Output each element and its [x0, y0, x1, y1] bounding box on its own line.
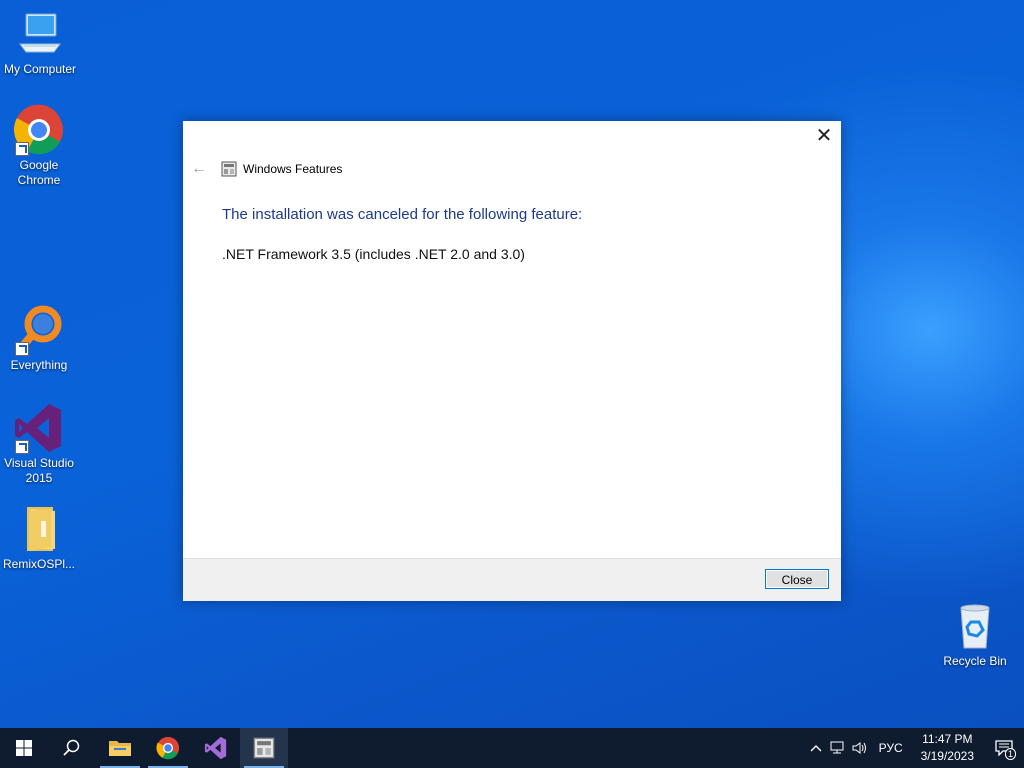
dialog-header: ← Windows Features — [191, 159, 342, 179]
chrome-icon — [156, 736, 180, 760]
folder-icon — [13, 503, 65, 555]
clock[interactable]: 11:47 PM 3/19/2023 — [911, 731, 984, 765]
windows-features-dialog: ✕ ← Windows Features The installation wa… — [183, 121, 841, 601]
chevron-up-icon[interactable] — [805, 728, 827, 768]
system-tray: РУС 11:47 PM 3/19/2023 1 — [805, 728, 1024, 768]
desktop-icon-everything[interactable]: Everything — [0, 304, 79, 373]
shortcut-arrow-icon — [15, 142, 29, 156]
desktop-icon-label: RemixOSPl... — [2, 557, 75, 571]
shortcut-arrow-icon — [15, 440, 29, 454]
desktop-icon-label: Google Chrome — [17, 158, 61, 187]
desktop-icon-label: Recycle Bin — [943, 654, 1007, 668]
search-button[interactable] — [48, 728, 96, 768]
taskbar-windows-features[interactable] — [240, 728, 288, 768]
taskbar-visual-studio[interactable] — [192, 728, 240, 768]
clock-date: 3/19/2023 — [920, 749, 974, 763]
start-button[interactable] — [0, 728, 48, 768]
recycle-bin-icon — [949, 600, 1001, 652]
windows-features-icon — [221, 161, 237, 177]
notification-count-badge: 1 — [1004, 748, 1016, 760]
volume-icon[interactable] — [849, 728, 871, 768]
dialog-title: Windows Features — [243, 162, 343, 176]
desktop-icon-google-chrome[interactable]: Google Chrome — [0, 104, 79, 188]
close-icon[interactable]: ✕ — [813, 126, 835, 148]
visual-studio-icon — [204, 736, 227, 760]
visual-studio-icon — [13, 402, 65, 454]
back-arrow-icon[interactable]: ← — [191, 161, 207, 177]
network-icon[interactable] — [827, 728, 849, 768]
language-indicator[interactable]: РУС — [871, 741, 911, 755]
computer-icon — [14, 8, 66, 60]
desktop-icon-recycle-bin[interactable]: Recycle Bin — [935, 600, 1015, 669]
feature-name: .NET Framework 3.5 (includes .NET 2.0 an… — [222, 246, 525, 262]
search-icon — [63, 739, 80, 756]
start-icon — [16, 740, 32, 756]
windows-features-icon — [253, 737, 275, 759]
dialog-heading: The installation was canceled for the fo… — [222, 206, 583, 223]
desktop-icon-my-computer[interactable]: My Computer — [0, 8, 80, 77]
desktop-icon-remixospl[interactable]: RemixOSPl... — [0, 503, 79, 572]
close-button[interactable]: Close — [765, 569, 829, 589]
everything-icon — [13, 304, 65, 356]
desktop-icon-visual-studio[interactable]: Visual Studio 2015 — [0, 402, 79, 486]
desktop-icon-label: Visual Studio 2015 — [4, 456, 74, 485]
notification-center-button[interactable]: 1 — [984, 728, 1024, 768]
taskbar-file-explorer[interactable] — [96, 728, 144, 768]
chrome-icon — [13, 104, 65, 156]
file-explorer-icon — [109, 741, 131, 756]
shortcut-arrow-icon — [15, 342, 29, 356]
dialog-footer: Close — [183, 558, 841, 601]
desktop-icon-label: My Computer — [3, 62, 77, 76]
taskbar-chrome[interactable] — [144, 728, 192, 768]
desktop-icon-label: Everything — [10, 358, 68, 372]
clock-time: 11:47 PM — [922, 732, 973, 746]
taskbar: РУС 11:47 PM 3/19/2023 1 — [0, 728, 1024, 768]
